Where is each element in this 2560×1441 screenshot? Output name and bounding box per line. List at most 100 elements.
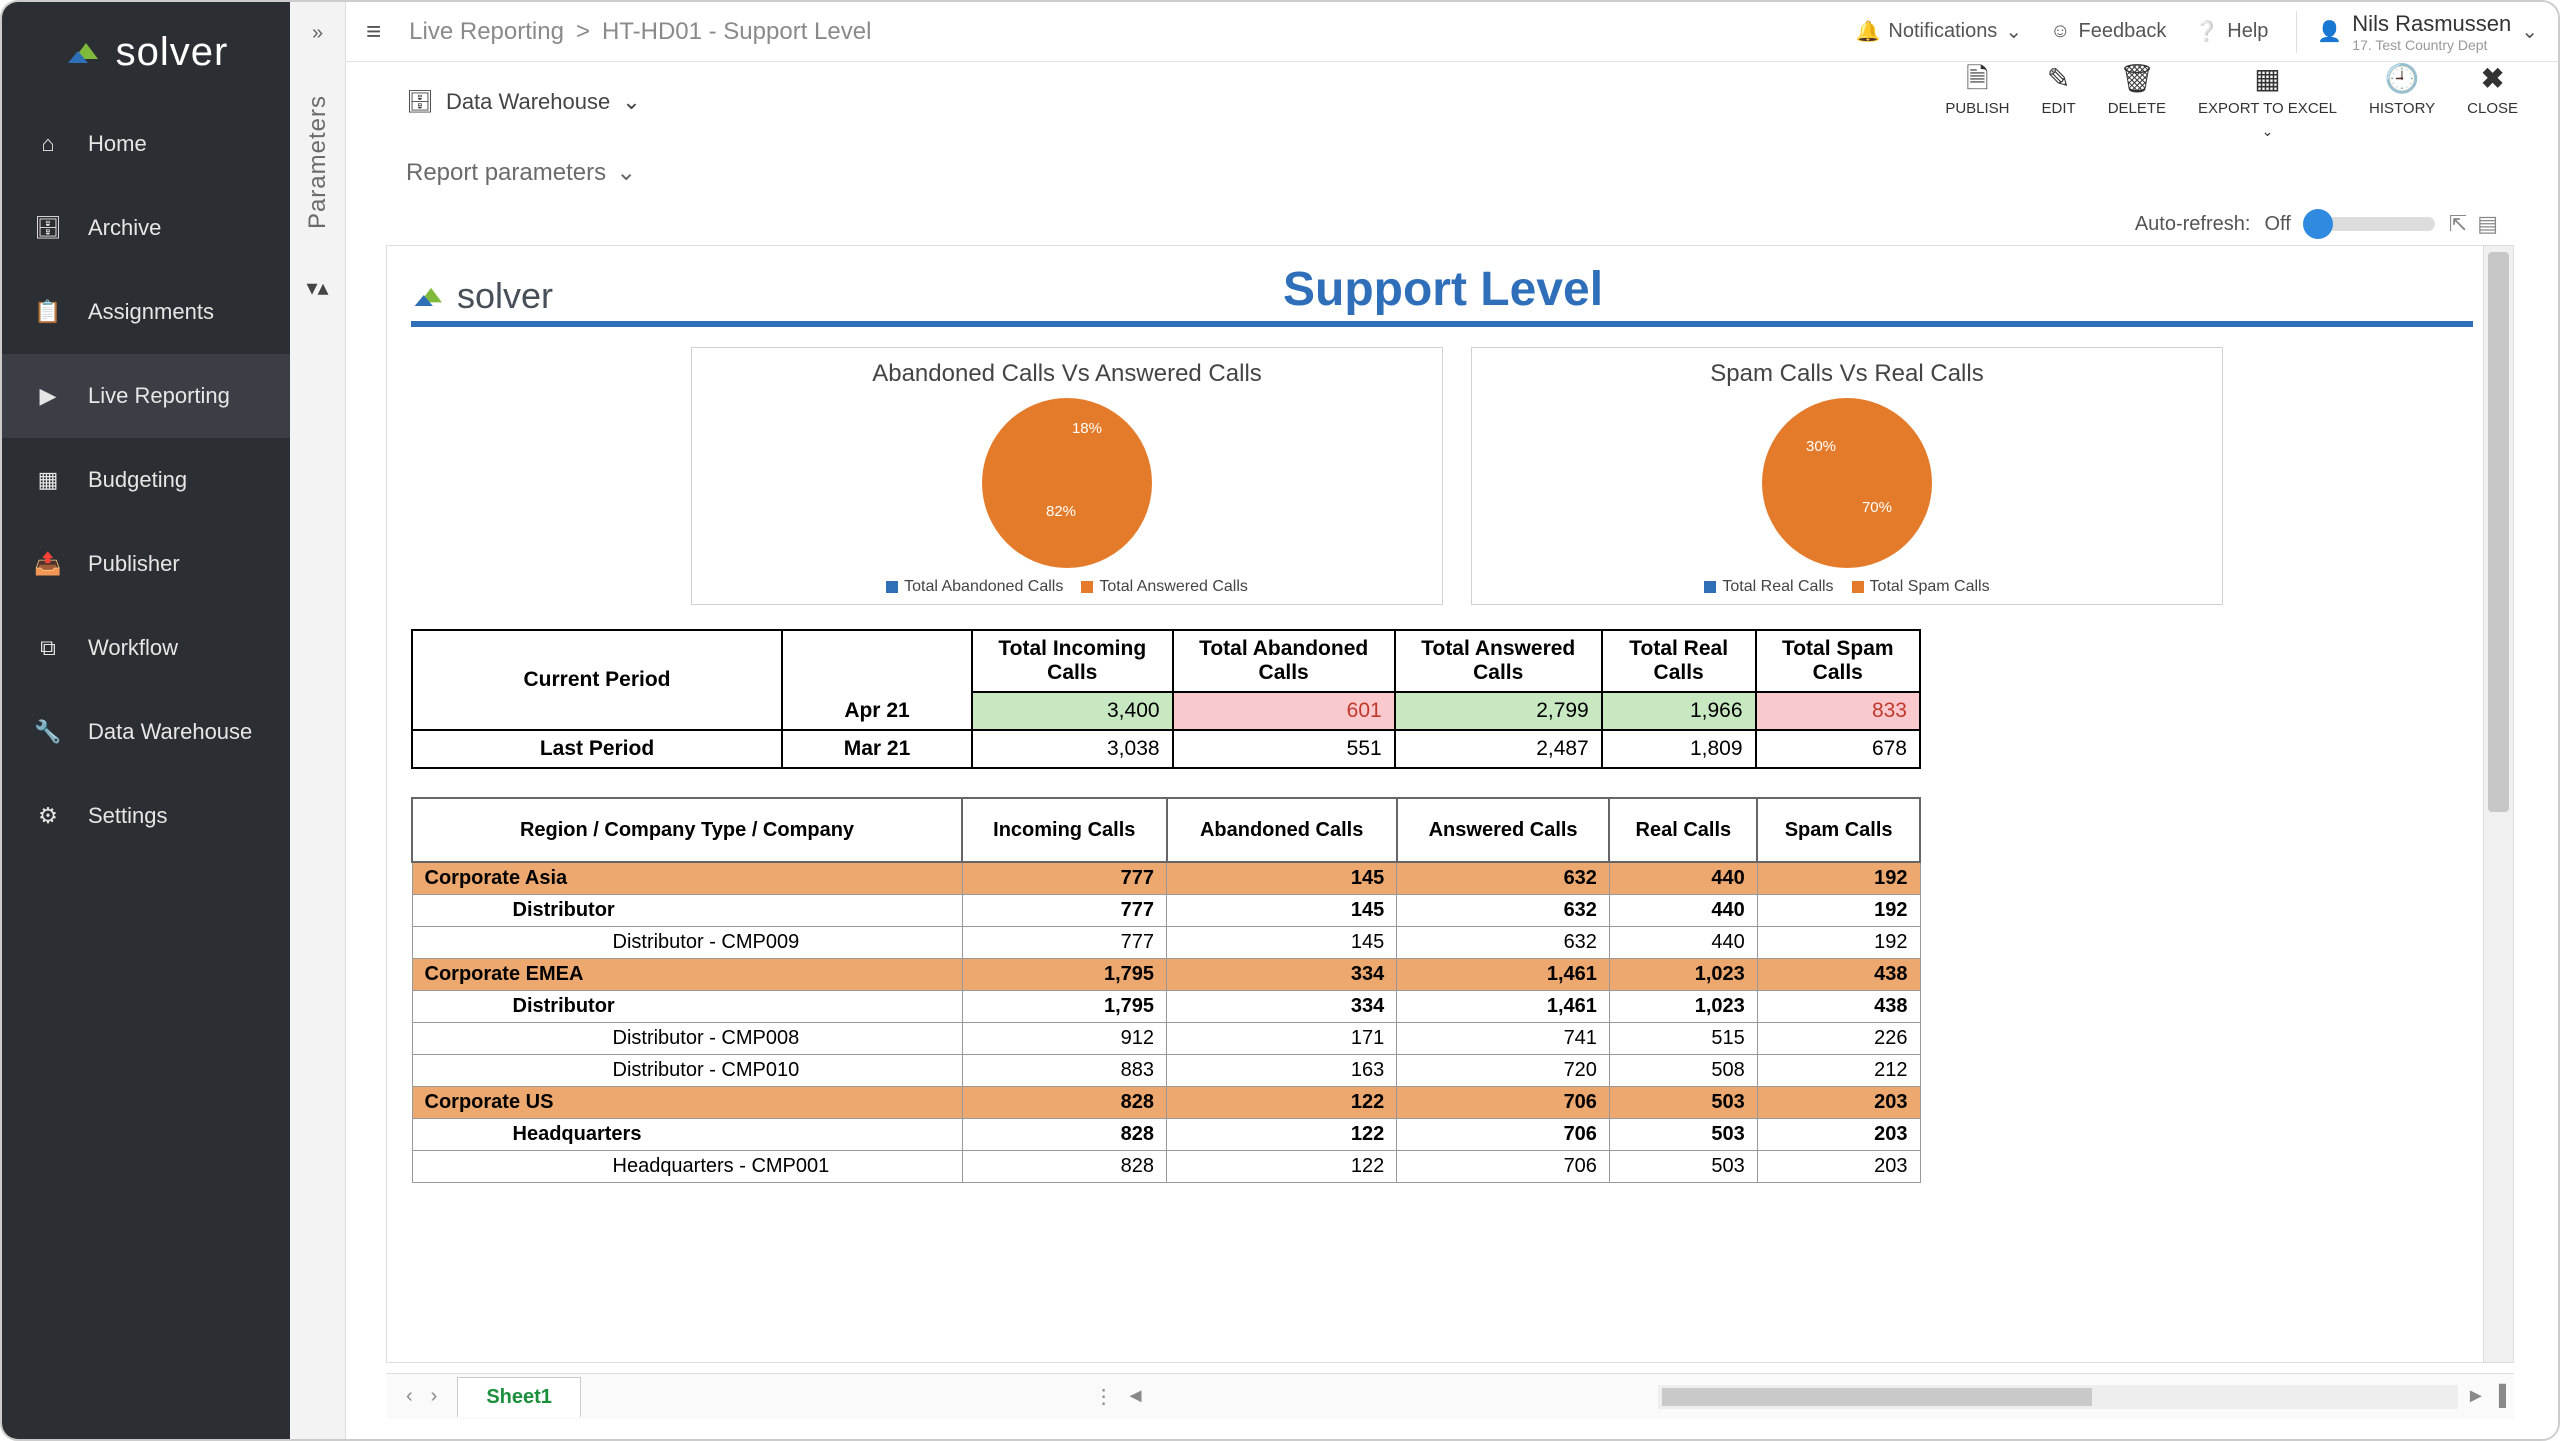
report-viewport: solver Support Level Abandoned Calls Vs …	[386, 245, 2514, 1363]
excel-icon: ▦	[2254, 64, 2280, 94]
filter-icon[interactable]: ▾▴	[306, 275, 328, 301]
row-value: 440	[1609, 895, 1757, 927]
row-value: 1,461	[1397, 991, 1610, 1023]
parameters-expand-icon[interactable]: »	[312, 22, 323, 45]
summary-last-0: 3,038	[972, 730, 1173, 768]
parameters-rail-label: Parameters	[304, 95, 332, 229]
nav-label: Archive	[88, 215, 161, 241]
row-value: 706	[1397, 1087, 1610, 1119]
sidebar-nav: ⌂ Home 🗄Archive📋Assignments▶Live Reporting…	[2, 102, 290, 858]
sidebar-item-budgeting[interactable]: ▦Budgeting	[2, 438, 290, 522]
publish-button[interactable]: 🗎PUBLISH	[1945, 64, 2009, 140]
row-label: Distributor - CMP010	[412, 1055, 962, 1087]
row-value: 438	[1757, 991, 1920, 1023]
hscroll-thumb[interactable]	[1662, 1388, 2092, 1406]
scrollbar-thumb[interactable]	[2488, 252, 2509, 812]
chart1-legend-1: Total Answered Calls	[1099, 578, 1248, 595]
hscroll-left-icon[interactable]: ◄	[1126, 1385, 1146, 1408]
sheet-tab[interactable]: Sheet1	[457, 1377, 581, 1417]
popout-icon[interactable]: ⇱	[2449, 211, 2467, 237]
history-label: HISTORY	[2369, 100, 2435, 117]
row-value: 440	[1609, 927, 1757, 959]
sidebar-item-assignments[interactable]: 📋Assignments	[2, 270, 290, 354]
table-row: Corporate Asia777145632440192	[412, 862, 1920, 895]
close-button[interactable]: ✖CLOSE	[2467, 64, 2518, 140]
chart2-slice2-label: 70%	[1862, 499, 1892, 516]
sheet-nav-arrows: ‹ ›	[386, 1385, 457, 1408]
delete-button[interactable]: 🗑DELETE	[2108, 64, 2166, 140]
row-label: Headquarters - CMP001	[412, 1151, 962, 1183]
sheet-next-icon[interactable]: ›	[431, 1385, 438, 1408]
sheet-divider: ⋮	[1094, 1384, 1114, 1409]
auto-refresh-label: Auto-refresh:	[2135, 213, 2251, 236]
detail-h3: Answered Calls	[1397, 798, 1610, 862]
notifications-button[interactable]: 🔔 Notifications ⌄	[1855, 19, 2022, 44]
brand-mark-icon	[411, 282, 451, 310]
auto-refresh-toggle[interactable]	[2305, 217, 2435, 231]
table-row: Distributor1,7953341,4611,023438	[412, 991, 1920, 1023]
menu-toggle-icon[interactable]: ≡	[366, 16, 381, 47]
user-subtitle: 17. Test Country Dept	[2352, 37, 2511, 53]
detail-h0: Region / Company Type / Company	[412, 798, 962, 862]
report-parameters-toggle[interactable]: Report parameters ⌄	[346, 142, 2558, 211]
breadcrumb-root[interactable]: Live Reporting	[409, 18, 564, 46]
nav-icon: ⧉	[32, 632, 64, 664]
row-value: 503	[1609, 1151, 1757, 1183]
row-value: 171	[1167, 1023, 1397, 1055]
nav-label: Publisher	[88, 551, 180, 577]
horizontal-scrollbar[interactable]	[1658, 1385, 2458, 1409]
sheet-prev-icon[interactable]: ‹	[406, 1385, 413, 1408]
row-value: 883	[962, 1055, 1167, 1087]
sidebar-item-home[interactable]: ⌂ Home	[2, 102, 290, 186]
user-name: Nils Rasmussen	[2352, 11, 2511, 36]
sidebar-item-data-warehouse[interactable]: 🔧Data Warehouse	[2, 690, 290, 774]
sidebar-item-publisher[interactable]: 📤Publisher	[2, 522, 290, 606]
vertical-scrollbar[interactable]	[2483, 246, 2513, 1362]
history-button[interactable]: 🕘HISTORY	[2369, 64, 2435, 140]
edit-button[interactable]: ✎EDIT	[2042, 64, 2076, 140]
export-excel-button[interactable]: ▦EXPORT TO EXCEL⌄	[2198, 64, 2337, 140]
row-label: Distributor - CMP008	[412, 1023, 962, 1055]
feedback-button[interactable]: ☺ Feedback	[2050, 20, 2166, 43]
summary-h4: Total Spam Calls	[1756, 630, 1920, 692]
nav-label: Assignments	[88, 299, 214, 325]
notifications-label: Notifications	[1888, 20, 1997, 43]
sidebar-item-settings[interactable]: ⚙Settings	[2, 774, 290, 858]
nav-label: Home	[88, 131, 147, 157]
row-value: 720	[1397, 1055, 1610, 1087]
report-content: solver Support Level Abandoned Calls Vs …	[387, 246, 2513, 1193]
table-row: Distributor - CMP010883163720508212	[412, 1055, 1920, 1087]
row-value: 508	[1609, 1055, 1757, 1087]
summary-h3: Total Real Calls	[1602, 630, 1756, 692]
user-menu[interactable]: 👤 Nils Rasmussen 17. Test Country Dept ⌄	[2296, 11, 2538, 53]
summary-h1: Total Abandoned Calls	[1173, 630, 1395, 692]
row-value: 122	[1167, 1151, 1397, 1183]
topbar-right: 🔔 Notifications ⌄ ☺ Feedback ❔ Help 👤 Ni…	[1855, 11, 2538, 53]
hscroll-end-icon[interactable]: ▐	[2492, 1385, 2506, 1408]
detail-table: Region / Company Type / Company Incoming…	[411, 797, 1921, 1183]
sidebar-item-archive[interactable]: 🗄Archive	[2, 186, 290, 270]
row-label: Corporate Asia	[412, 862, 962, 895]
table-row: Corporate EMEA1,7953341,4611,023438	[412, 959, 1920, 991]
app-root: solver ⌂Home🗄Archive📋Assignments▶Live Re…	[0, 0, 2560, 1441]
sidebar-item-workflow[interactable]: ⧉Workflow	[2, 606, 290, 690]
grid-view-icon[interactable]: ▤	[2477, 211, 2498, 237]
breadcrumb-leaf: HT-HD01 - Support Level	[602, 18, 871, 46]
chart1-legend: Total Abandoned Calls Total Answered Cal…	[702, 578, 1432, 596]
row-value: 503	[1609, 1119, 1757, 1151]
chart1-slice1-label: 18%	[1072, 420, 1102, 437]
data-source-selector[interactable]: 🗄 Data Warehouse ⌄	[406, 89, 641, 115]
report-title: Support Level	[573, 262, 2313, 317]
row-value: 334	[1167, 991, 1397, 1023]
hscroll-right-icon[interactable]: ►	[2466, 1385, 2486, 1408]
nav-icon: ⌂	[32, 128, 64, 160]
help-button[interactable]: ❔ Help	[2194, 19, 2268, 44]
row-value: 828	[962, 1119, 1167, 1151]
row-value: 515	[1609, 1023, 1757, 1055]
action-buttons: 🗎PUBLISH ✎EDIT 🗑DELETE ▦EXPORT TO EXCEL⌄…	[1945, 64, 2518, 140]
row-label: Corporate US	[412, 1087, 962, 1119]
sidebar-item-live-reporting[interactable]: ▶Live Reporting	[2, 354, 290, 438]
nav-icon: 🔧	[32, 716, 64, 748]
row-value: 122	[1167, 1087, 1397, 1119]
row-value: 1,461	[1397, 959, 1610, 991]
